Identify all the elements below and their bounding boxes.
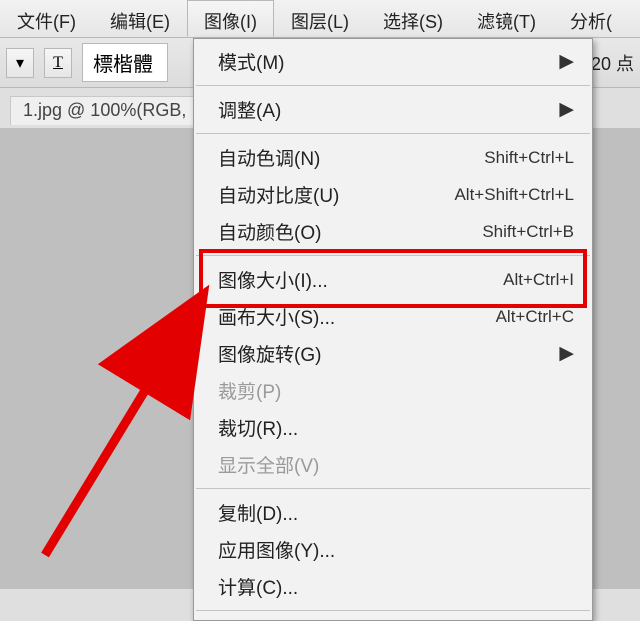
menu-item-label: 裁剪(P): [218, 377, 574, 404]
image-menu-dropdown: 模式(M)▶调整(A)▶自动色调(N)Shift+Ctrl+L自动对比度(U)A…: [193, 38, 593, 621]
menu-item[interactable]: 图像旋转(G)▶: [194, 335, 592, 372]
menu-item-shortcut: Alt+Shift+Ctrl+L: [454, 185, 574, 205]
menu-item-label: 图像旋转(G): [218, 340, 559, 367]
menu-item[interactable]: 裁切(R)...: [194, 409, 592, 446]
menubar-item[interactable]: 文件(F): [0, 0, 93, 37]
menu-separator: [196, 488, 590, 489]
document-tab[interactable]: 1.jpg @ 100%(RGB,: [10, 96, 199, 125]
menu-item-label: 自动色调(N): [218, 144, 484, 171]
menu-item: 显示全部(V): [194, 446, 592, 483]
menu-item-label: 图像大小(I)...: [218, 266, 503, 293]
menu-item-label: 模式(M): [218, 48, 559, 75]
menu-item-label: 裁切(R)...: [218, 414, 574, 441]
menu-item-shortcut: Shift+Ctrl+L: [484, 148, 574, 168]
menu-item-label: 调整(A): [218, 96, 559, 123]
menu-item[interactable]: 画布大小(S)...Alt+Ctrl+C: [194, 298, 592, 335]
menu-item-shortcut: Shift+Ctrl+B: [482, 222, 574, 242]
menu-item[interactable]: 复制(D)...: [194, 494, 592, 531]
submenu-arrow-icon: ▶: [559, 50, 574, 73]
menubar-item[interactable]: 分析(: [553, 0, 629, 37]
menu-item-shortcut: Alt+Ctrl+C: [496, 307, 574, 327]
menu-item: 裁剪(P): [194, 372, 592, 409]
menu-item-label: 自动对比度(U): [218, 181, 454, 208]
menubar-item[interactable]: 选择(S): [366, 0, 460, 37]
menu-separator: [196, 85, 590, 86]
menu-item-label: 应用图像(Y)...: [218, 536, 574, 563]
menubar: 文件(F)编辑(E)图像(I)图层(L)选择(S)滤镜(T)分析(: [0, 0, 640, 38]
tool-dropdown-button[interactable]: ▾: [6, 48, 34, 78]
menu-item[interactable]: 调整(A)▶: [194, 91, 592, 128]
menubar-item[interactable]: 编辑(E): [93, 0, 187, 37]
menu-separator: [196, 133, 590, 134]
menu-item-label: 自动颜色(O): [218, 218, 482, 245]
menu-item-label: 画布大小(S)...: [218, 303, 496, 330]
submenu-arrow-icon: ▶: [559, 98, 574, 121]
menubar-item[interactable]: 图层(L): [274, 0, 366, 37]
menu-item[interactable]: 应用图像(Y)...: [194, 531, 592, 568]
menu-item[interactable]: 自动对比度(U)Alt+Shift+Ctrl+L: [194, 176, 592, 213]
menu-separator: [196, 610, 590, 611]
menu-item[interactable]: 图像大小(I)...Alt+Ctrl+I: [194, 261, 592, 298]
menu-item[interactable]: 自动颜色(O)Shift+Ctrl+B: [194, 213, 592, 250]
menu-item-label: 显示全部(V): [218, 451, 574, 478]
menu-item-label: 计算(C)...: [218, 573, 574, 600]
font-size-label: 20 点: [591, 50, 640, 76]
text-tool-button[interactable]: T: [44, 48, 72, 78]
menu-item-label: 复制(D)...: [218, 499, 574, 526]
font-family-select[interactable]: 標楷體: [82, 43, 168, 82]
menu-item[interactable]: 自动色调(N)Shift+Ctrl+L: [194, 139, 592, 176]
submenu-arrow-icon: ▶: [559, 342, 574, 365]
menubar-item[interactable]: 图像(I): [187, 0, 274, 37]
menu-item[interactable]: 模式(M)▶: [194, 43, 592, 80]
menubar-item[interactable]: 滤镜(T): [460, 0, 553, 37]
menu-item[interactable]: 计算(C)...: [194, 568, 592, 605]
menu-separator: [196, 255, 590, 256]
menu-item-shortcut: Alt+Ctrl+I: [503, 270, 574, 290]
